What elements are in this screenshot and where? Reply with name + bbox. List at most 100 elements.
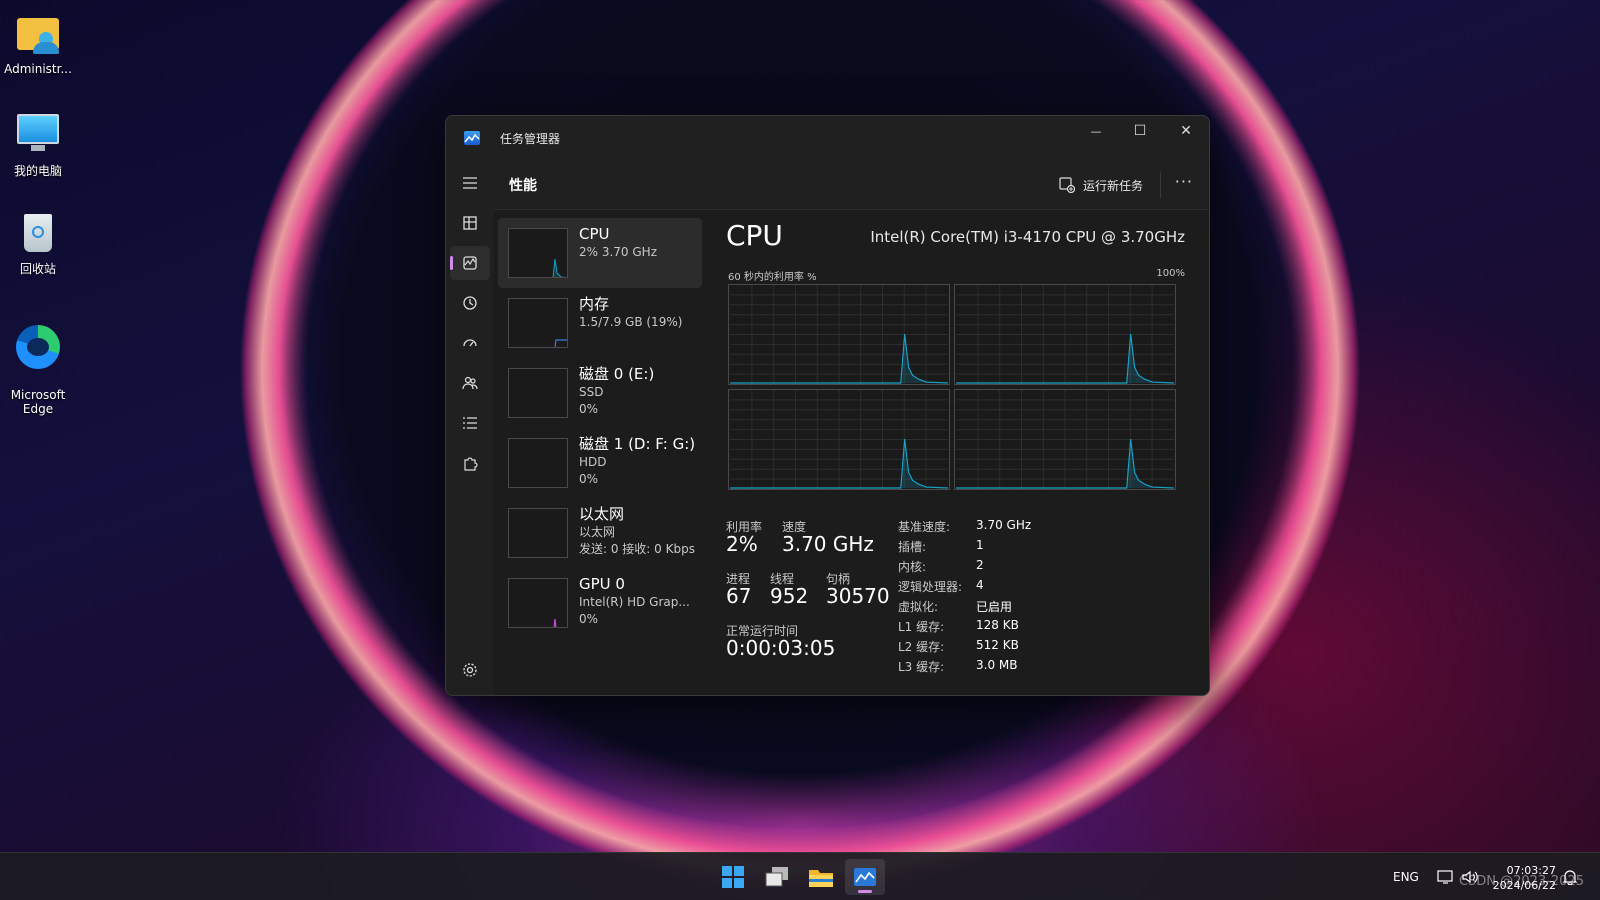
taskbar: ENG 07:03:27 2024/06/22 — [0, 852, 1600, 900]
network-icon — [1437, 870, 1453, 884]
spec-key: 基准速度: — [898, 520, 951, 534]
utilization-value: 2% — [726, 532, 758, 556]
threads-value: 952 — [770, 584, 809, 608]
resource-sub: 0% — [579, 402, 599, 416]
resource-sub: Intel(R) HD Grap... — [579, 595, 690, 609]
windows-logo-icon — [722, 866, 744, 888]
resource-name: CPU — [579, 225, 610, 243]
core-graph-2 — [728, 389, 950, 490]
cpu-model: Intel(R) Core(TM) i3-4170 CPU @ 3.70GHz — [870, 228, 1185, 246]
resource-item-memory[interactable]: 内存 1.5/7.9 GB (19%) — [498, 288, 702, 358]
run-task-icon — [1059, 177, 1075, 193]
nav-services[interactable] — [450, 446, 490, 480]
resource-name: 以太网 — [579, 505, 625, 523]
desktop-icon-label: Microsoft Edge — [10, 388, 66, 416]
resource-sub: 以太网 — [579, 525, 616, 539]
speed-value: 3.70 GHz — [782, 532, 874, 556]
task-manager-taskbar-button[interactable] — [845, 859, 885, 895]
spec-key: L3 缓存: — [898, 660, 945, 674]
resource-name: 磁盘 0 (E:) — [579, 365, 655, 383]
cpu-thumbnail-graph — [508, 228, 568, 278]
task-view-button[interactable] — [757, 859, 797, 895]
page-header: 性能 运行新任务 ··· — [494, 160, 1209, 210]
more-options-button[interactable]: ··· — [1175, 172, 1193, 191]
task-manager-app-icon — [464, 131, 480, 145]
cpu-detail-panel: CPU Intel(R) Core(TM) i3-4170 CPU @ 3.70… — [726, 218, 1185, 695]
list-icon — [463, 417, 477, 429]
resource-item-cpu[interactable]: CPU 2% 3.70 GHz — [498, 218, 702, 288]
desktop-icon-administrator[interactable]: Administr... — [0, 12, 76, 76]
close-button[interactable]: ✕ — [1163, 116, 1209, 146]
ethernet-thumbnail-graph — [508, 508, 568, 558]
start-button[interactable] — [713, 859, 753, 895]
spec-value: 2 — [976, 558, 984, 572]
spec-key: 逻辑处理器: — [898, 580, 963, 594]
task-view-icon — [765, 867, 788, 887]
nav-settings[interactable] — [450, 653, 490, 687]
core-graph-3 — [954, 389, 1176, 490]
task-manager-window: 任务管理器 — ☐ ✕ 性能 运行新任务 ··· CPU 2% 3.70 GHz… — [445, 115, 1210, 696]
history-icon — [463, 296, 477, 310]
run-new-task-label: 运行新任务 — [1082, 178, 1143, 193]
spec-key: 虚拟化: — [898, 600, 939, 614]
task-manager-icon — [854, 868, 876, 886]
recycle-bin-icon — [15, 210, 61, 256]
monitor-icon — [15, 112, 61, 158]
desktop-icon-this-pc[interactable]: 我的电脑 — [0, 112, 76, 179]
cpu-stats: 利用率 2% 速度 3.70 GHz 进程 67 线程 952 句柄 30570… — [726, 518, 1186, 688]
file-explorer-button[interactable] — [801, 859, 841, 895]
core-graph-0 — [728, 284, 950, 385]
puzzle-icon — [464, 457, 478, 471]
nav-processes[interactable] — [450, 206, 490, 240]
maximize-button[interactable]: ☐ — [1117, 116, 1163, 146]
resource-item-disk-0[interactable]: 磁盘 0 (E:) SSD 0% — [498, 358, 702, 428]
network-button[interactable] — [1437, 853, 1455, 900]
resource-item-disk-1[interactable]: 磁盘 1 (D: F: G:) HDD 0% — [498, 428, 702, 498]
resource-sub: SSD — [579, 385, 604, 399]
nav-performance[interactable] — [450, 246, 490, 280]
detail-title: CPU — [726, 219, 783, 252]
nav-startup-apps[interactable] — [450, 326, 490, 360]
desktop-icon-edge[interactable]: Microsoft Edge — [0, 310, 76, 416]
processes-value: 67 — [726, 584, 752, 608]
resource-item-gpu-0[interactable]: GPU 0 Intel(R) HD Grap... 0% — [498, 568, 702, 638]
desktop-icon-recycle-bin[interactable]: 回收站 — [0, 210, 76, 277]
maximize-icon: ☐ — [1133, 123, 1147, 139]
spec-key: L1 缓存: — [898, 620, 945, 634]
core-graph-1 — [954, 284, 1176, 385]
graph-max-label: 100% — [1156, 268, 1185, 279]
nav-users[interactable] — [450, 366, 490, 400]
resource-sub: HDD — [579, 455, 607, 469]
more-icon: ··· — [1174, 172, 1193, 191]
language-indicator[interactable]: ENG — [1393, 853, 1419, 900]
resource-item-ethernet[interactable]: 以太网 以太网 发送: 0 接收: 0 Kbps — [498, 498, 702, 568]
hamburger-icon — [463, 177, 477, 189]
performance-icon — [463, 256, 477, 270]
spec-value: 1 — [976, 538, 984, 552]
minimize-button[interactable]: — — [1073, 116, 1119, 146]
page-title: 性能 — [509, 177, 537, 194]
user-folder-icon — [15, 12, 61, 58]
graph-caption: 60 秒内的利用率 % — [728, 272, 817, 283]
spec-value: 3.70 GHz — [976, 518, 1032, 532]
resource-name: GPU 0 — [579, 575, 625, 593]
spec-value: 3.0 MB — [976, 658, 1018, 672]
resource-sub: 发送: 0 接收: 0 Kbps — [579, 542, 695, 556]
run-new-task-button[interactable]: 运行新任务 — [1059, 170, 1143, 200]
desktop-icon-label: 我的电脑 — [13, 164, 62, 178]
resource-sub: 0% — [579, 612, 599, 626]
watermark: CSDN @2023-2025 — [1458, 874, 1584, 889]
speedometer-icon — [463, 339, 477, 347]
handles-value: 30570 — [826, 584, 890, 608]
resource-list: CPU 2% 3.70 GHz 内存 1.5/7.9 GB (19%) 磁盘 0… — [498, 218, 702, 638]
disk-0-thumbnail-graph — [508, 368, 568, 418]
language-label: ENG — [1393, 870, 1419, 884]
desktop-icon-label: 回收站 — [19, 262, 56, 276]
nav-app-history[interactable] — [450, 286, 490, 320]
hamburger-menu-button[interactable] — [450, 166, 490, 200]
uptime-value: 0:00:03:05 — [726, 636, 836, 660]
spec-value: 4 — [976, 578, 984, 592]
gpu-thumbnail-graph — [508, 578, 568, 628]
nav-details[interactable] — [450, 406, 490, 440]
spec-key: 内核: — [898, 560, 927, 574]
